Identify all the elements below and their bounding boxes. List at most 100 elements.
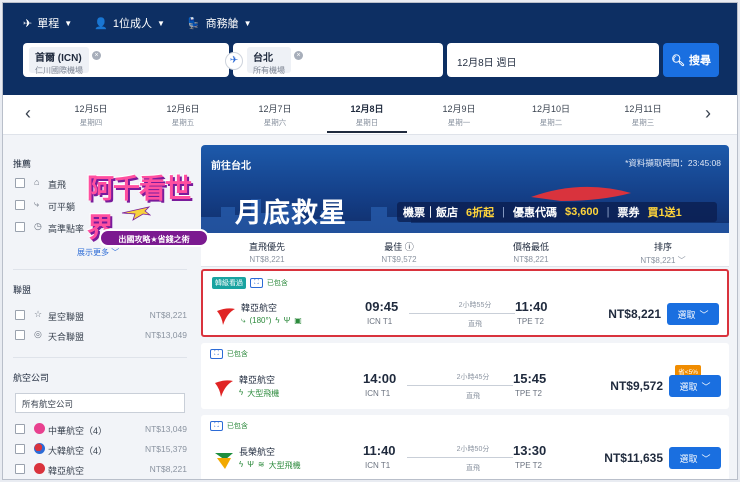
sort-dropdown[interactable]: 排序 NT$8,221 ﹀: [597, 240, 729, 266]
chevron-left-icon[interactable]: ‹: [25, 103, 31, 124]
app-frame: ✈ 單程 ▼ 👤 1位成人 ▼ 💺 商務艙 ▼ 首爾 (ICN) 仁川國際機場 …: [2, 2, 738, 480]
date-field[interactable]: 12月8日 週日: [447, 43, 659, 77]
select-flight-button[interactable]: 選取 ﹀: [667, 303, 719, 325]
flight-card[interactable]: ⛶ 已包含 長榮航空 ϟ Ψ ≋ 大型飛機 11:40 ICN T1 2小時50分 直…: [201, 415, 729, 479]
arrival-airport: TPE T2: [515, 389, 542, 398]
flight-duration: 2小時45分: [456, 374, 490, 381]
filter-airline[interactable]: 韓亞航空 NT$8,221: [15, 463, 187, 477]
asiana-logo-icon: [215, 380, 233, 397]
chevron-down-icon: ﹀: [699, 309, 709, 320]
date-tab[interactable]: 12月5日 星期四: [51, 102, 131, 128]
flight-card[interactable]: 韓級看過 ⛶ 已包含 韓亞航空 ⤷ (180°) ϟ Ψ ▣ 09:45 ICN T1…: [201, 269, 729, 337]
alliance-title: 聯盟: [13, 285, 32, 295]
filter-star-alliance[interactable]: ☆ 星空聯盟 NT$8,221: [15, 309, 187, 323]
select-flight-button[interactable]: 選取 ﹀: [669, 447, 721, 469]
info-icon: ⓘ: [404, 242, 414, 252]
checkbox[interactable]: [15, 464, 25, 474]
filter-skyteam[interactable]: ◎ 天合聯盟 NT$13,049: [15, 329, 187, 343]
power-icon: ϟ: [239, 388, 244, 397]
date-tab[interactable]: 12月6日 星期五: [143, 102, 223, 128]
banner-offers: 機票｜飯店 6折起 | 優惠代碼 $3,600 | 票券 買1送1: [397, 202, 717, 222]
chevron-down-icon: ▼: [64, 18, 73, 28]
search-panel: ✈ 單程 ▼ 👤 1位成人 ▼ 💺 商務艙 ▼ 首爾 (ICN) 仁川國際機場 …: [3, 3, 737, 95]
search-button[interactable]: 🔍︎ 搜尋: [663, 43, 719, 77]
clear-icon[interactable]: ×: [294, 51, 303, 60]
checkbox[interactable]: [15, 222, 25, 232]
clock-icon: ◷: [34, 221, 42, 231]
checkbox[interactable]: [15, 310, 25, 320]
korean-air-logo-icon: [34, 443, 45, 454]
flight-card[interactable]: ⛶ 已包含 韓亞航空 ϟ 大型飛機 14:00 ICN T1 2小時45分 直飛 …: [201, 343, 729, 409]
eva-air-logo-icon: [215, 453, 233, 469]
checkbox[interactable]: [15, 178, 25, 188]
date-tab[interactable]: 12月7日 星期六: [235, 102, 315, 128]
date-tab[interactable]: 12月10日 星期二: [511, 102, 591, 128]
sort-bar: 直飛優先 NT$8,221 最佳 ⓘ NT$9,572 價格最低 NT$8,221 排…: [201, 233, 729, 267]
trip-type-dropdown[interactable]: ✈ 單程 ▼: [23, 15, 72, 31]
amenities: ϟ Ψ ≋ 大型飛機: [239, 460, 301, 470]
chevron-down-icon: ﹀: [701, 381, 711, 392]
origin-field[interactable]: 首爾 (ICN) 仁川國際機場 ×: [23, 43, 229, 77]
checkbox[interactable]: [15, 330, 25, 340]
airline-name: 韓亞航空: [239, 375, 276, 385]
chevron-down-icon: ▼: [156, 18, 165, 28]
destination-heading: 前往台北: [211, 161, 251, 172]
flight-price: NT$9,572: [610, 379, 663, 393]
sort-best-tab[interactable]: 最佳 ⓘ NT$9,572: [333, 240, 465, 264]
asiana-logo-icon: [34, 463, 45, 474]
sort-cheapest-tab[interactable]: 價格最低 NT$8,221: [465, 240, 597, 264]
promo-banner[interactable]: 前往台北 *資料擷取時間：23:45:08 月底救星 機票｜飯店 6折起 | 優惠…: [201, 145, 729, 233]
stops-info: 直飛: [468, 321, 482, 328]
departure-airport: ICN T1: [367, 317, 393, 326]
baggage-icon: ⛶: [210, 421, 223, 431]
divider: [13, 269, 187, 270]
amenities: ϟ 大型飛機: [239, 388, 280, 398]
meal-icon: Ψ: [283, 316, 291, 325]
destination-field[interactable]: 台北 所有機場 ×: [233, 43, 443, 77]
chevron-down-icon: ▼: [243, 18, 252, 28]
baggage-icon: ⛶: [210, 349, 223, 359]
power-icon: ϟ: [275, 316, 280, 325]
power-icon: ϟ: [239, 460, 244, 469]
entertainment-icon: ▣: [294, 316, 302, 325]
chevron-right-icon[interactable]: ›: [705, 103, 711, 124]
clear-icon[interactable]: ×: [92, 51, 101, 60]
origin-chip: 首爾 (ICN) 仁川國際機場 ×: [29, 47, 101, 75]
checkbox[interactable]: [15, 424, 25, 434]
blog-watermark-logo: 阿千看世界 出國攻略★省錢之術: [87, 167, 211, 259]
seat-icon: 💺: [186, 17, 201, 30]
date-selector: ‹ 12月5日 星期四 12月6日 星期五 12月7日 星期六 12月8日 星期日 12…: [3, 95, 737, 135]
date-tab[interactable]: 12月11日 星期三: [603, 102, 683, 128]
china-airlines-logo-icon: [34, 423, 45, 434]
divider: [13, 357, 187, 358]
filter-airline[interactable]: 大韓航空（4） NT$15,379: [15, 443, 187, 457]
route-line: [407, 385, 513, 386]
cabin-dropdown[interactable]: 💺 商務艙 ▼: [187, 15, 252, 31]
flight-price: NT$11,635: [604, 451, 663, 465]
filter-airline[interactable]: 中華航空（4） NT$13,049: [15, 423, 187, 437]
flight-badges: 韓級看過 ⛶ 已包含: [212, 277, 288, 289]
destination-chip: 台北 所有機場 ×: [247, 47, 303, 75]
skyteam-icon: ◎: [34, 329, 42, 339]
airline-search-input[interactable]: 所有航空公司: [15, 393, 185, 413]
passenger-dropdown[interactable]: 👤 1位成人 ▼: [94, 15, 165, 31]
airline-name: 韓亞航空: [241, 303, 278, 313]
flight-badges: ⛶ 已包含: [210, 421, 248, 431]
flight-duration: 2小時50分: [456, 446, 490, 453]
swap-airports-button[interactable]: ✈: [225, 52, 243, 70]
baggage-included: 已包含: [226, 351, 248, 358]
select-flight-button[interactable]: 選取 ﹀: [669, 375, 721, 397]
checkbox[interactable]: [15, 444, 25, 454]
sort-nonstop-tab[interactable]: 直飛優先 NT$8,221: [201, 240, 333, 264]
baggage-included: 已包含: [226, 423, 248, 430]
search-icon: 🔍︎: [671, 54, 685, 67]
stops-info: 直飛: [466, 465, 480, 472]
date-tab-selected[interactable]: 12月8日 星期日: [327, 102, 407, 133]
date-tab[interactable]: 12月9日 星期一: [419, 102, 499, 128]
flight-badges: ⛶ 已包含: [210, 349, 248, 359]
baggage-included: 已包含: [266, 280, 288, 287]
route-line: [407, 457, 513, 458]
asiana-logo-icon: [217, 308, 235, 325]
checkbox[interactable]: [15, 200, 25, 210]
flight-duration: 2小時55分: [458, 302, 492, 309]
